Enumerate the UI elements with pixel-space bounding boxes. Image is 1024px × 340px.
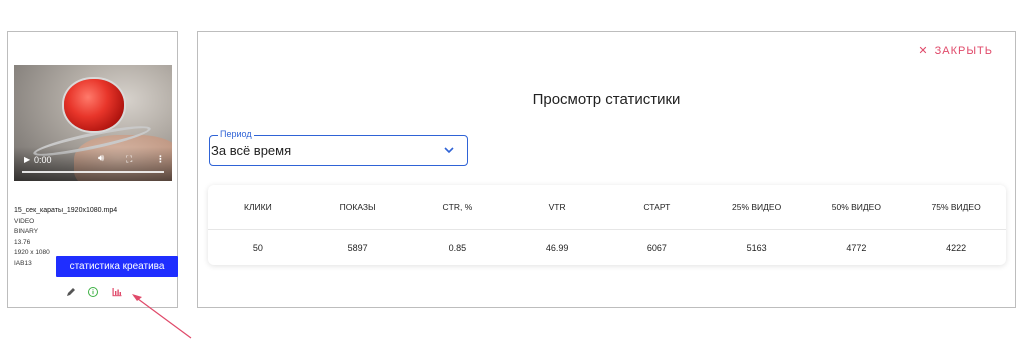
creative-card: ▶ 0:00 🔊︎ ⛶ ⋮ 15_сек_караты_1920х1080.mp… xyxy=(7,31,178,308)
play-icon[interactable]: ▶ xyxy=(24,155,30,165)
table-row: 50 5897 0.85 46.99 6067 5163 4772 4222 xyxy=(208,230,1006,265)
video-controls: ▶ 0:00 🔊︎ ⛶ ⋮ xyxy=(14,147,172,181)
video-progress-bar[interactable] xyxy=(22,171,164,173)
creative-file-name: 15_сек_караты_1920х1080.mp4 xyxy=(14,207,118,214)
value-video-50: 4772 xyxy=(846,242,867,253)
value-impressions: 5897 xyxy=(347,242,368,253)
value-vtr: 46.99 xyxy=(545,242,569,253)
video-player[interactable]: ▶ 0:00 🔊︎ ⛶ ⋮ xyxy=(14,65,172,181)
video-time: 0:00 xyxy=(34,155,52,165)
fullscreen-icon[interactable]: ⛶ xyxy=(126,154,132,164)
pencil-icon[interactable] xyxy=(65,286,77,298)
more-options-icon[interactable]: ⋮ xyxy=(156,154,165,164)
volume-icon[interactable]: 🔊︎ xyxy=(98,154,104,164)
value-ctr: 0.85 xyxy=(448,242,467,253)
creative-stats-tooltip[interactable]: статистика креатива xyxy=(56,256,178,277)
header-video-25: 25% ВИДЕО xyxy=(732,202,782,212)
creative-type: VIDEO xyxy=(14,217,35,225)
period-select[interactable]: Период За всё время xyxy=(209,129,468,166)
header-clicks: КЛИКИ xyxy=(244,202,272,212)
stats-table-header: КЛИКИ ПОКАЗЫ CTR, % VTR СТАРТ 25% ВИДЕО … xyxy=(208,185,1006,230)
video-gem-image xyxy=(64,79,124,131)
close-icon: ✕ xyxy=(918,45,929,57)
header-ctr: CTR, % xyxy=(442,202,473,212)
header-video-75: 75% ВИДЕО xyxy=(931,202,981,212)
value-clicks: 50 xyxy=(252,242,263,253)
info-icon[interactable] xyxy=(87,286,99,298)
page-title: Просмотр статистики xyxy=(532,91,681,108)
header-impressions: ПОКАЗЫ xyxy=(339,202,376,212)
value-start: 6067 xyxy=(646,242,667,253)
creative-format: BINARY xyxy=(14,228,39,235)
period-label: Период xyxy=(218,129,254,140)
period-value: За всё время xyxy=(211,143,292,158)
stats-panel: ✕ ЗАКРЫТЬ Просмотр статистики Период За в… xyxy=(197,31,1016,308)
close-label: ЗАКРЫТЬ xyxy=(934,45,993,57)
close-button[interactable]: ✕ ЗАКРЫТЬ xyxy=(918,44,993,57)
value-video-25: 5163 xyxy=(746,242,767,253)
header-vtr: VTR xyxy=(548,202,566,212)
stats-table: КЛИКИ ПОКАЗЫ CTR, % VTR СТАРТ 25% ВИДЕО … xyxy=(208,185,1006,265)
header-start: СТАРТ xyxy=(643,202,671,212)
header-video-50: 50% ВИДЕО xyxy=(831,202,881,212)
value-video-75: 4222 xyxy=(946,242,967,253)
creative-duration: 13.76 xyxy=(14,238,31,246)
chevron-down-icon xyxy=(444,147,454,154)
